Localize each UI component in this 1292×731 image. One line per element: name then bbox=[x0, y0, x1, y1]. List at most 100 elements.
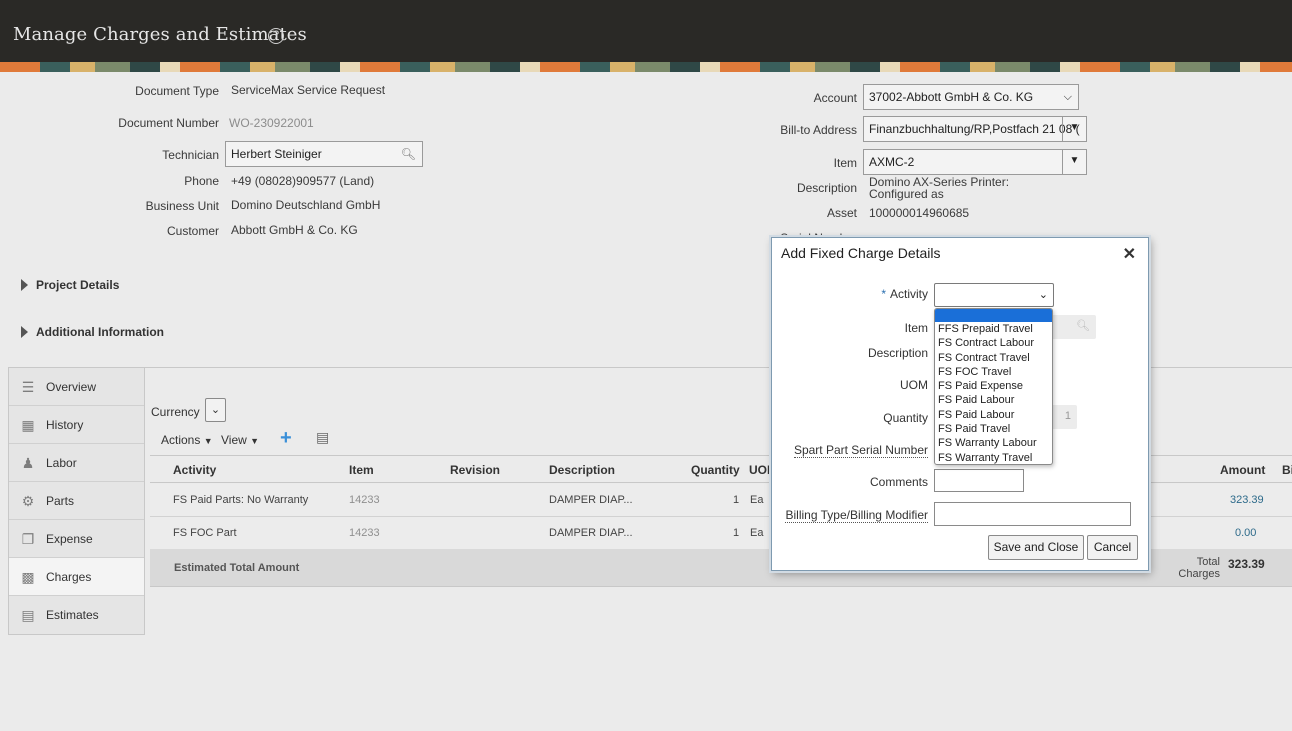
account-label: Account bbox=[813, 91, 857, 105]
app-header: Manage Charges and Estimates ? bbox=[0, 0, 1292, 62]
item-select[interactable]: AXMC-2 ▼ bbox=[863, 149, 1087, 175]
spare-part-serial-label: Spart Part Serial Number bbox=[793, 443, 928, 458]
col-activity[interactable]: Activity bbox=[173, 463, 216, 477]
activity-option[interactable]: FS Contract Travel bbox=[935, 351, 1052, 365]
bill-to-select[interactable]: Finanzbuchhaltung/RP,Postfach 21 08 ( ▼ bbox=[863, 116, 1087, 142]
technician-value: Herbert Steiniger bbox=[231, 147, 322, 161]
activity-option[interactable]: FS Warranty Labour bbox=[935, 436, 1052, 450]
detach-table-icon[interactable]: ▤ bbox=[316, 429, 329, 446]
activity-select[interactable]: ⌄ bbox=[934, 283, 1054, 307]
chevron-down-icon: ⌄ bbox=[210, 404, 221, 416]
charges-icon: ▩ bbox=[21, 569, 35, 585]
bill-to-value: Finanzbuchhaltung/RP,Postfach 21 08 ( bbox=[869, 122, 1080, 136]
labor-icon: ♟ bbox=[21, 455, 35, 471]
col-amount[interactable]: Amount bbox=[1220, 463, 1265, 477]
customer-value: Abbott GmbH & Co. KG bbox=[231, 223, 358, 237]
actions-menu[interactable]: Actions ▼ bbox=[161, 433, 213, 447]
asset-label: Asset bbox=[826, 206, 857, 220]
dialog-title: Add Fixed Charge Details bbox=[781, 245, 941, 261]
search-icon[interactable]: 🔍︎ bbox=[401, 142, 416, 166]
activity-option[interactable]: FS Paid Labour bbox=[935, 393, 1052, 407]
dropdown-arrow-icon[interactable]: ▼ bbox=[1062, 117, 1086, 141]
dropdown-arrow-icon[interactable]: ▼ bbox=[1062, 150, 1086, 174]
expense-icon: ❐ bbox=[21, 531, 35, 547]
question-circle-icon[interactable]: ? bbox=[268, 28, 284, 44]
col-description[interactable]: Description bbox=[549, 463, 615, 477]
account-value: 37002-Abbott GmbH & Co. KG bbox=[869, 90, 1034, 104]
currency-select[interactable]: ⌄ bbox=[205, 398, 226, 422]
caret-down-icon: ▼ bbox=[203, 436, 213, 446]
col-item[interactable]: Item bbox=[349, 463, 374, 477]
account-select[interactable]: 37002-Abbott GmbH & Co. KG ⌵ bbox=[863, 84, 1079, 110]
col-quantity[interactable]: Quantity bbox=[691, 463, 740, 477]
item-label: Item bbox=[833, 156, 857, 170]
sidetab-estimates[interactable]: ▤ Estimates bbox=[9, 596, 144, 634]
sidetab-labor[interactable]: ♟ Labor bbox=[9, 444, 144, 482]
additional-information-toggle[interactable]: Additional Information bbox=[21, 325, 164, 339]
comments-input[interactable] bbox=[934, 469, 1024, 492]
page-title: Manage Charges and Estimates bbox=[13, 24, 307, 45]
description-value: Domino AX-Series Printer: Configured as bbox=[869, 175, 1010, 201]
total-charges-label: Total Charges bbox=[1178, 556, 1220, 580]
parts-icon: ⚙ bbox=[21, 493, 35, 509]
document-type-label: Document Type bbox=[135, 84, 219, 98]
header-banner bbox=[0, 62, 1292, 72]
close-icon[interactable]: ✕ bbox=[1123, 244, 1136, 264]
activity-option-blank[interactable] bbox=[935, 309, 1052, 322]
overview-icon: ☰ bbox=[21, 379, 35, 395]
side-tabs: ☰ Overview ▦ History ♟ Labor ⚙ Parts ❐ E… bbox=[8, 367, 145, 635]
sidetab-parts[interactable]: ⚙ Parts bbox=[9, 482, 144, 520]
sidetab-expense[interactable]: ❐ Expense bbox=[9, 520, 144, 558]
activity-option[interactable]: FS Paid Travel bbox=[935, 422, 1052, 436]
activity-option[interactable]: FS FOC Travel bbox=[935, 365, 1052, 379]
description-label: Description bbox=[796, 181, 857, 195]
chevron-down-icon: ⌄ bbox=[1038, 289, 1048, 301]
view-menu[interactable]: View ▼ bbox=[221, 433, 259, 447]
activity-option[interactable]: FS Paid Expense bbox=[935, 379, 1052, 393]
item-label: Item bbox=[904, 321, 928, 335]
history-icon: ▦ bbox=[21, 417, 35, 433]
phone-label: Phone bbox=[184, 174, 219, 188]
activity-dropdown-list: FFS Prepaid Travel FS Contract Labour FS… bbox=[934, 308, 1053, 465]
required-asterisk: * bbox=[881, 287, 886, 301]
technician-input[interactable]: Herbert Steiniger 🔍︎ bbox=[225, 141, 423, 167]
asset-value: 100000014960685 bbox=[869, 206, 970, 220]
cancel-button[interactable]: Cancel bbox=[1087, 535, 1138, 560]
billing-type-input[interactable] bbox=[934, 502, 1131, 526]
business-unit-value: Domino Deutschland GmbH bbox=[231, 198, 381, 212]
estimated-total-label: Estimated Total Amount bbox=[174, 562, 300, 574]
expand-triangle-icon bbox=[21, 326, 28, 338]
uom-label: UOM bbox=[900, 378, 928, 392]
document-number-label: Document Number bbox=[118, 116, 219, 130]
item-value: AXMC-2 bbox=[869, 155, 915, 169]
activity-option[interactable]: FS Contract Labour bbox=[935, 336, 1052, 350]
comments-label: Comments bbox=[869, 475, 928, 489]
activity-label: * Activity bbox=[881, 287, 928, 301]
sidetab-history[interactable]: ▦ History bbox=[9, 406, 144, 444]
caret-down-icon: ▼ bbox=[250, 436, 260, 446]
activity-option[interactable]: FS Warranty Travel bbox=[935, 451, 1052, 464]
col-revision[interactable]: Revision bbox=[450, 463, 500, 477]
save-and-close-button[interactable]: Save and Close bbox=[988, 535, 1084, 560]
sidetab-overview[interactable]: ☰ Overview bbox=[9, 368, 144, 406]
activity-option[interactable]: FS Paid Labour bbox=[935, 408, 1052, 422]
billing-type-label: Billing Type/Billing Modifier bbox=[785, 508, 928, 523]
col-bi[interactable]: Bi bbox=[1282, 463, 1292, 477]
document-number-value: WO-230922001 bbox=[229, 116, 314, 130]
total-charges-value: 323.39 bbox=[1228, 557, 1265, 571]
document-type-value: ServiceMax Service Request bbox=[231, 83, 386, 97]
customer-label: Customer bbox=[166, 224, 219, 238]
estimates-icon: ▤ bbox=[21, 607, 35, 623]
expand-triangle-icon bbox=[21, 279, 28, 291]
project-details-toggle[interactable]: Project Details bbox=[21, 278, 119, 292]
business-unit-label: Business Unit bbox=[145, 199, 219, 213]
sidetab-charges[interactable]: ▩ Charges bbox=[9, 558, 144, 596]
currency-label: Currency bbox=[151, 405, 200, 419]
add-icon[interactable]: + bbox=[280, 427, 292, 450]
chevron-down-icon: ⌵ bbox=[1063, 91, 1072, 103]
phone-value: +49 (08028)909577 (Land) bbox=[231, 174, 375, 188]
search-icon[interactable]: 🔍︎ bbox=[1076, 319, 1090, 332]
bill-to-label: Bill-to Address bbox=[780, 123, 857, 137]
activity-option[interactable]: FFS Prepaid Travel bbox=[935, 322, 1052, 336]
description-label: Description bbox=[867, 346, 928, 360]
